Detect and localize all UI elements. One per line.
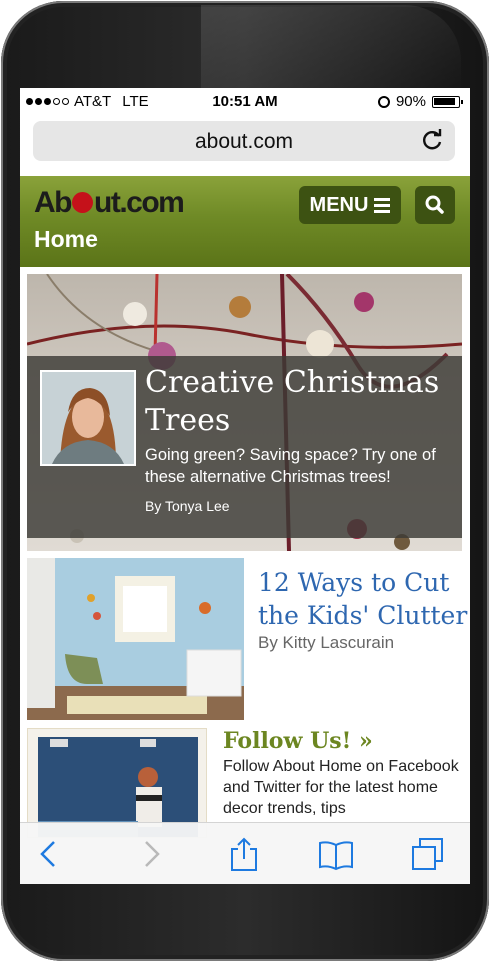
article-byline: By Kitty Lascurain (258, 633, 395, 652)
hero-title[interactable]: Creative Christmas Trees (145, 364, 455, 440)
site-logo[interactable]: Ab ut.com (34, 186, 185, 220)
battery-percent: 90% (395, 93, 426, 110)
rotation-lock-icon (377, 95, 390, 108)
reload-icon[interactable] (419, 127, 445, 153)
follow-text: Follow About Home on Facebook and Twitte… (223, 758, 459, 817)
browser-toolbar (20, 822, 470, 884)
follow-title[interactable]: Follow Us! » (223, 728, 373, 754)
phone-screen: AT&T LTE 10:51 AM 90% about.com Ab ut.com… (20, 88, 470, 884)
article-title[interactable]: 12 Ways to Cut the Kids' Clutter (258, 566, 468, 632)
hero-article[interactable]: Creative Christmas Trees Going green? Sa… (27, 274, 462, 551)
search-icon (425, 195, 444, 214)
hero-subtitle: Going green? Saving space? Try one of th… (145, 446, 436, 486)
forward-icon[interactable] (132, 836, 168, 872)
url-text: about.com (194, 130, 294, 153)
search-button[interactable] (415, 186, 455, 224)
status-bar: AT&T LTE 10:51 AM 90% (20, 88, 470, 114)
bookmarks-icon[interactable] (318, 836, 354, 872)
section-title[interactable]: Home (34, 226, 98, 253)
hero-byline: By Tonya Lee (145, 498, 230, 514)
article-thumbnail[interactable] (27, 558, 244, 720)
tabs-icon[interactable] (410, 836, 446, 872)
battery-icon (432, 95, 463, 108)
author-photo (40, 370, 136, 466)
address-bar[interactable]: about.com (33, 121, 455, 161)
menu-label: MENU (309, 193, 369, 216)
share-icon[interactable] (226, 836, 262, 872)
menu-button[interactable]: MENU (299, 186, 401, 224)
hamburger-icon (374, 197, 391, 213)
back-icon[interactable] (32, 836, 68, 872)
